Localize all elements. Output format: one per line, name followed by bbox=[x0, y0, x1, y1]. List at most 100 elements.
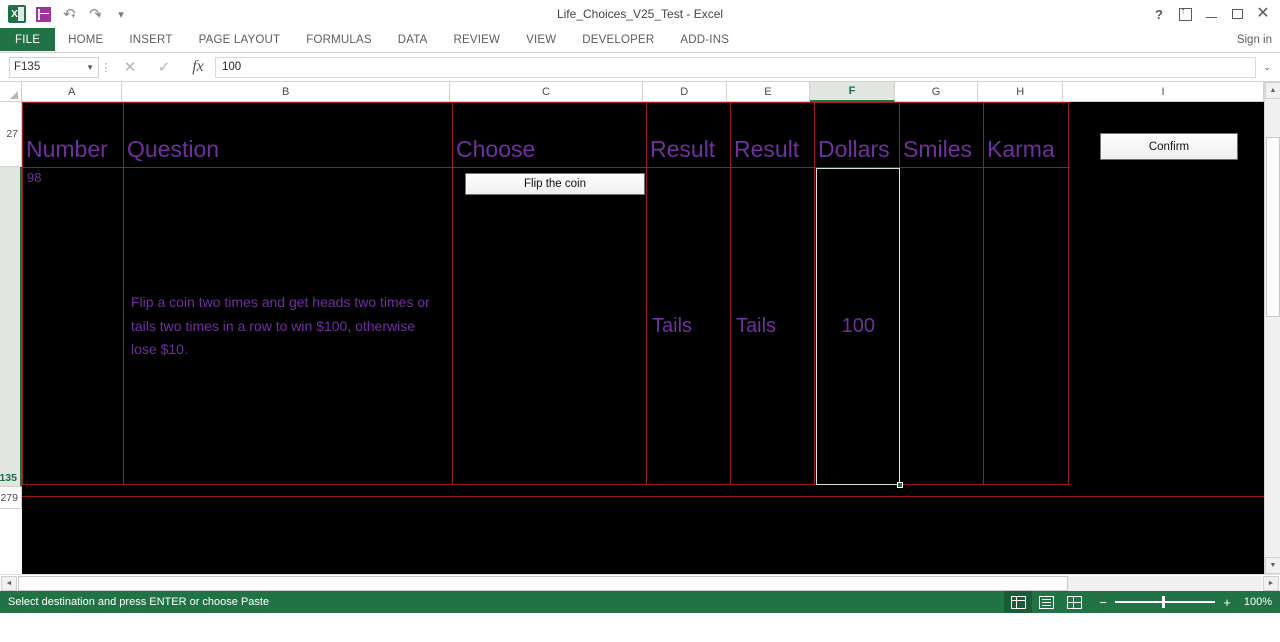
name-box[interactable]: F135 ▼ bbox=[9, 56, 99, 78]
column-header-a[interactable]: A bbox=[21, 82, 123, 102]
vertical-scroll-thumb[interactable] bbox=[1266, 137, 1280, 317]
horizontal-scrollbar[interactable]: ◄ ► bbox=[0, 574, 1280, 591]
formula-bar-buttons: ✕ ✓ fx bbox=[113, 56, 215, 78]
tab-home[interactable]: HOME bbox=[55, 28, 116, 51]
select-all-corner[interactable] bbox=[0, 82, 22, 102]
horizontal-scroll-track[interactable] bbox=[18, 575, 1262, 591]
cell-b135-question[interactable]: Flip a coin two times and get heads two … bbox=[127, 169, 437, 484]
window-title: Life_Choices_V25_Test - Excel bbox=[556, 7, 724, 21]
horizontal-scroll-thumb[interactable] bbox=[18, 575, 1068, 591]
cell-e135-result[interactable]: Tails bbox=[734, 169, 814, 484]
cell-a27-number[interactable]: Number bbox=[24, 110, 123, 167]
normal-view-button[interactable] bbox=[1004, 591, 1032, 613]
cell-h27-karma[interactable]: Karma bbox=[985, 110, 1068, 167]
ribbon-display-options-icon[interactable] bbox=[1172, 1, 1198, 27]
row-header-27[interactable]: 27 bbox=[0, 102, 22, 167]
table-border-row279 bbox=[22, 496, 1264, 497]
row-header-279[interactable]: 279 bbox=[0, 487, 22, 509]
chevron-down-icon[interactable]: ▾ bbox=[98, 12, 102, 20]
chevron-down-icon[interactable]: ▼ bbox=[86, 63, 94, 72]
col-border-a-b bbox=[123, 102, 124, 485]
chevron-down-icon[interactable]: ▾ bbox=[72, 12, 76, 20]
window-controls: ? ✕ bbox=[1146, 0, 1276, 28]
tab-add-ins[interactable]: ADD-INS bbox=[667, 28, 742, 51]
tab-insert[interactable]: INSERT bbox=[116, 28, 185, 51]
title-bar: X ↶ ▾ ↷ ▾ ▾ Life_Choices_V25_Test - Excel … bbox=[0, 0, 1280, 28]
minimize-button[interactable] bbox=[1198, 1, 1224, 27]
zoom-slider-track[interactable] bbox=[1115, 596, 1215, 609]
column-header-d[interactable]: D bbox=[642, 82, 727, 102]
tab-file[interactable]: FILE bbox=[0, 28, 56, 51]
column-header-f[interactable]: F bbox=[810, 82, 895, 102]
sign-in-link[interactable]: Sign in bbox=[1237, 28, 1272, 52]
col-border-d-e bbox=[730, 102, 731, 485]
row-header-135[interactable]: 135 bbox=[0, 167, 22, 487]
cell-f27-dollars[interactable]: Dollars bbox=[816, 110, 899, 167]
worksheet-area: A B C D E F G H I 27 135 279 Number Ques… bbox=[0, 82, 1280, 574]
formula-input[interactable]: 100 bbox=[215, 56, 1256, 78]
status-bar: Select destination and press ENTER or ch… bbox=[0, 591, 1280, 613]
table-border-bottom bbox=[22, 484, 1070, 485]
cell-b27-question[interactable]: Question bbox=[125, 110, 452, 167]
flip-the-coin-button[interactable]: Flip the coin bbox=[465, 173, 645, 195]
zoom-slider-thumb[interactable] bbox=[1162, 596, 1165, 609]
zoom-out-button[interactable]: − bbox=[1098, 595, 1108, 610]
zoom-level-label[interactable]: 100% bbox=[1240, 596, 1272, 608]
column-header-row: A B C D E F G H I bbox=[0, 82, 1265, 102]
tab-page-layout[interactable]: PAGE LAYOUT bbox=[186, 28, 294, 51]
column-header-h[interactable]: H bbox=[978, 82, 1063, 102]
column-header-i[interactable]: I bbox=[1062, 82, 1265, 102]
tab-view[interactable]: VIEW bbox=[513, 28, 569, 51]
tab-formulas[interactable]: FORMULAS bbox=[293, 28, 385, 51]
grid-lower-band bbox=[22, 487, 1264, 574]
scroll-down-icon[interactable]: ▼ bbox=[1265, 557, 1280, 574]
cell-e27-result[interactable]: Result bbox=[732, 110, 814, 167]
page-break-view-button[interactable] bbox=[1060, 591, 1088, 613]
column-header-b[interactable]: B bbox=[122, 82, 450, 102]
table-border-top bbox=[22, 102, 1070, 103]
formula-bar-separator: ⋮ bbox=[100, 61, 112, 74]
save-icon[interactable] bbox=[30, 2, 56, 26]
close-button[interactable]: ✕ bbox=[1250, 1, 1276, 27]
help-icon[interactable]: ? bbox=[1146, 1, 1172, 27]
tab-data[interactable]: DATA bbox=[385, 28, 441, 51]
formula-bar: F135 ▼ ⋮ ✕ ✓ fx 100 ⌄ bbox=[0, 52, 1280, 82]
excel-app-icon: X bbox=[4, 2, 30, 26]
page-layout-view-button[interactable] bbox=[1032, 591, 1060, 613]
cell-c27-choose[interactable]: Choose bbox=[454, 110, 646, 167]
customize-qat-icon[interactable]: ▾ bbox=[108, 2, 134, 26]
col-border-b-c bbox=[452, 102, 453, 485]
ribbon-tab-bar: FILE HOME INSERT PAGE LAYOUT FORMULAS DA… bbox=[0, 28, 1280, 52]
col-border-h-right bbox=[1068, 102, 1069, 485]
tab-review[interactable]: REVIEW bbox=[441, 28, 514, 51]
cell-grid[interactable]: Number Question Choose Result Result Dol… bbox=[22, 102, 1264, 574]
scroll-up-icon[interactable]: ▲ bbox=[1265, 82, 1280, 99]
cell-g27-smiles[interactable]: Smiles bbox=[901, 110, 983, 167]
zoom-control: − + bbox=[1098, 595, 1232, 610]
expand-formula-bar-icon[interactable]: ⌄ bbox=[1258, 57, 1276, 78]
scroll-left-icon[interactable]: ◄ bbox=[1, 575, 17, 591]
zoom-in-button[interactable]: + bbox=[1222, 595, 1232, 610]
column-header-e[interactable]: E bbox=[726, 82, 811, 102]
enter-icon[interactable]: ✓ bbox=[147, 56, 181, 78]
status-bar-right: − + 100% bbox=[1004, 591, 1280, 613]
row-header-column: 27 135 279 bbox=[0, 102, 22, 509]
undo-icon[interactable]: ↶ ▾ bbox=[56, 2, 82, 26]
tab-developer[interactable]: DEVELOPER bbox=[569, 28, 667, 51]
vertical-scrollbar[interactable]: ▲ ▼ bbox=[1264, 82, 1280, 574]
cell-f135-dollars[interactable]: 100 bbox=[816, 169, 899, 484]
confirm-button[interactable]: Confirm bbox=[1100, 133, 1238, 160]
cell-d27-result[interactable]: Result bbox=[648, 110, 730, 167]
insert-function-icon[interactable]: fx bbox=[181, 56, 215, 78]
cell-d135-result[interactable]: Tails bbox=[650, 169, 730, 484]
scroll-right-icon[interactable]: ► bbox=[1263, 575, 1279, 591]
column-header-g[interactable]: G bbox=[894, 82, 979, 102]
cancel-icon[interactable]: ✕ bbox=[113, 56, 147, 78]
maximize-button[interactable] bbox=[1224, 1, 1250, 27]
redo-icon[interactable]: ↷ ▾ bbox=[82, 2, 108, 26]
cell-a135-number[interactable]: 98 bbox=[25, 169, 121, 191]
col-border-f-g bbox=[899, 102, 900, 485]
column-header-c[interactable]: C bbox=[449, 82, 643, 102]
status-message: Select destination and press ENTER or ch… bbox=[8, 596, 270, 608]
col-border-e-f bbox=[814, 102, 815, 485]
